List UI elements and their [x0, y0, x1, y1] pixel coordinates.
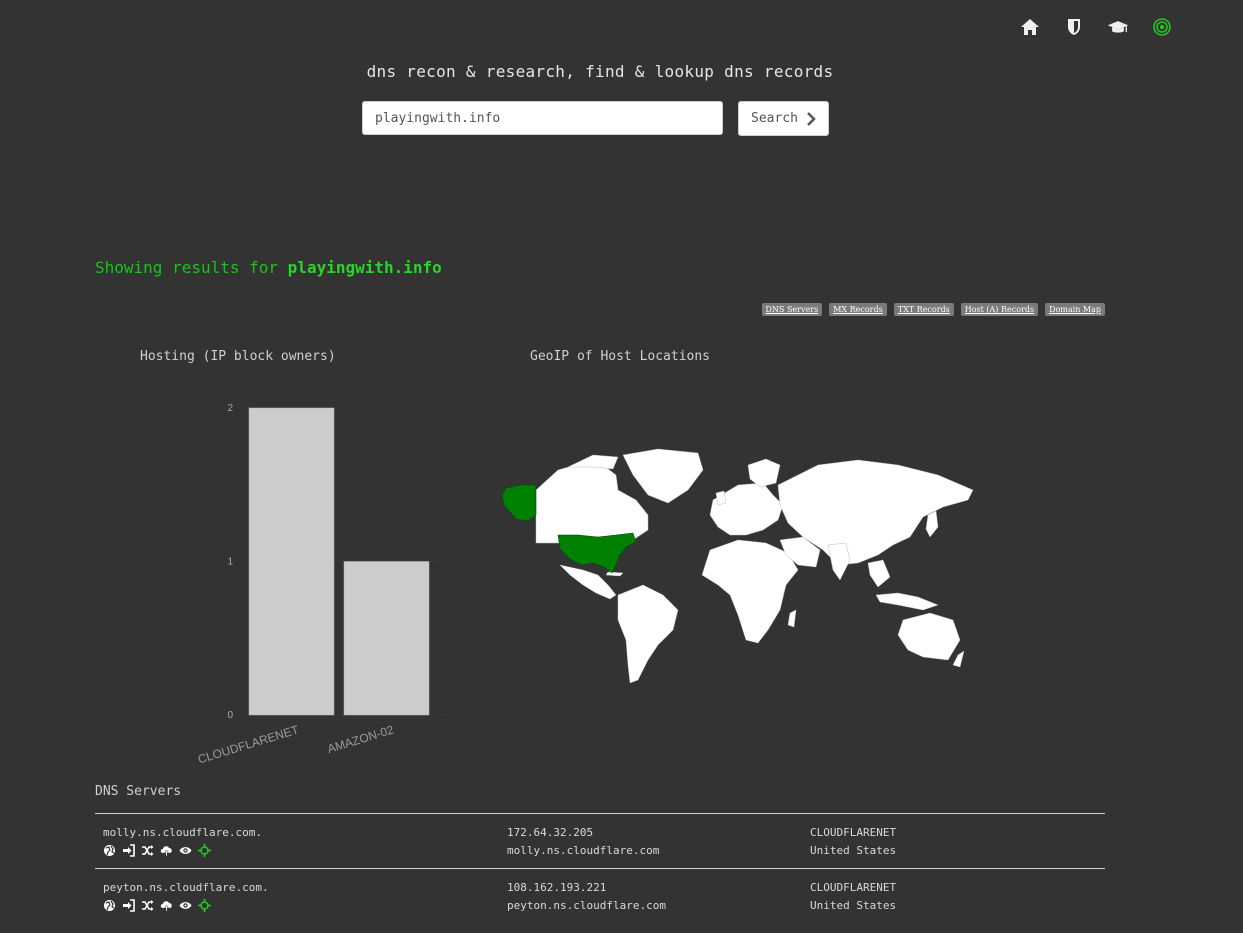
- map-japan: [925, 510, 939, 538]
- tab-txt-records[interactable]: TXT Records: [893, 303, 954, 316]
- shield-icon[interactable]: [1063, 16, 1085, 38]
- tab-domain-map[interactable]: Domain Map: [1045, 303, 1105, 316]
- tab-host-records[interactable]: Host (A) Records: [960, 303, 1039, 316]
- dns-name-cell: peyton.ns.cloudflare.com.: [95, 868, 499, 923]
- target-icon[interactable]: [1151, 16, 1173, 38]
- map-greenland: [622, 448, 704, 504]
- search-button-label: Search: [751, 111, 798, 126]
- crosshairs-icon[interactable]: [198, 899, 211, 912]
- hosting-title: Hosting (IP block owners): [140, 349, 336, 364]
- x-tick-label: CLOUDFLARENET: [196, 722, 301, 766]
- dns-reverse: peyton.ns.cloudflare.com: [507, 899, 666, 912]
- dns-asn: CLOUDFLARENET: [810, 881, 897, 894]
- y-tick-label: 2: [227, 403, 233, 414]
- map-mexico-central: [559, 564, 617, 600]
- y-tick-label: 0: [227, 710, 233, 721]
- row-actions: [103, 844, 491, 857]
- hosting-bar-chart: 0 1 2 CLOUDFLARENET AMAZON-02: [196, 403, 445, 766]
- dns-name-cell: molly.ns.cloudflare.com.: [95, 813, 499, 869]
- dns-servers-title: DNS Servers: [95, 784, 182, 799]
- bar-amazon-02: [343, 561, 430, 716]
- home-icon[interactable]: [1019, 16, 1041, 38]
- tab-dns-servers[interactable]: DNS Servers: [761, 303, 823, 316]
- map-southeast-asia: [867, 559, 891, 588]
- dns-reverse: molly.ns.cloudflare.com: [507, 844, 660, 857]
- geoip-world-map: [501, 448, 974, 684]
- dns-ip-cell: 108.162.193.221 peyton.ns.cloudflare.com: [499, 868, 802, 923]
- search-button[interactable]: Search: [738, 101, 829, 136]
- row-actions: [103, 899, 491, 912]
- results-prefix: Showing results for: [95, 258, 279, 277]
- map-europe: [709, 482, 784, 536]
- sign-in-icon[interactable]: [122, 899, 135, 912]
- dns-ip: 108.162.193.221: [507, 881, 607, 894]
- sign-in-icon[interactable]: [122, 844, 135, 857]
- y-tick-label: 1: [227, 557, 233, 568]
- globe-icon[interactable]: [103, 899, 116, 912]
- eye-icon[interactable]: [179, 844, 192, 857]
- map-uk: [715, 490, 727, 506]
- tab-mx-records[interactable]: MX Records: [829, 303, 887, 316]
- map-australia: [897, 612, 961, 661]
- dns-asn-cell: CLOUDFLARENET United States: [802, 813, 1105, 869]
- map-indonesia: [875, 592, 939, 611]
- cloud-upload-icon[interactable]: [160, 899, 173, 912]
- eye-icon[interactable]: [179, 899, 192, 912]
- dns-country: United States: [810, 899, 897, 912]
- results-domain: playingwith.info: [287, 258, 442, 277]
- table-row: peyton.ns.cloudflare.com. 108.162.193.221…: [95, 868, 1105, 923]
- map-alaska: [501, 484, 537, 522]
- map-india: [827, 542, 851, 581]
- search-input[interactable]: [362, 101, 723, 135]
- top-nav: [1019, 16, 1173, 38]
- dns-asn-cell: CLOUDFLARENET United States: [802, 868, 1105, 923]
- dns-server-name[interactable]: molly.ns.cloudflare.com.: [103, 824, 491, 842]
- search-bar: Search: [362, 101, 829, 136]
- x-tick-label: AMAZON-02: [326, 722, 396, 756]
- map-africa: [701, 539, 799, 644]
- map-arctic-islands: [567, 454, 619, 470]
- section-tabs: DNS Servers MX Records TXT Records Host …: [761, 303, 1105, 316]
- dns-ip: 172.64.32.205: [507, 826, 594, 839]
- random-icon[interactable]: [141, 844, 154, 857]
- dns-ip-cell: 172.64.32.205 molly.ns.cloudflare.com: [499, 813, 802, 869]
- tagline: dns recon & research, find & lookup dns …: [366, 62, 834, 81]
- dns-country: United States: [810, 844, 897, 857]
- graduation-cap-icon[interactable]: [1107, 16, 1129, 38]
- crosshairs-icon[interactable]: [198, 844, 211, 857]
- table-row: molly.ns.cloudflare.com. 172.64.32.205 mol…: [95, 813, 1105, 869]
- dns-servers-table: molly.ns.cloudflare.com. 172.64.32.205 mol…: [95, 813, 1105, 923]
- dns-server-name[interactable]: peyton.ns.cloudflare.com.: [103, 879, 491, 897]
- globe-icon[interactable]: [103, 844, 116, 857]
- map-new-zealand: [952, 650, 965, 668]
- dns-asn: CLOUDFLARENET: [810, 826, 897, 839]
- geoip-title: GeoIP of Host Locations: [530, 349, 711, 364]
- map-south-america: [617, 584, 679, 684]
- map-cuba: [605, 571, 624, 577]
- results-heading: Showing results for playingwith.info: [95, 258, 442, 277]
- map-madagascar: [787, 609, 797, 628]
- bar-cloudflarenet: [248, 407, 335, 716]
- map-canada: [535, 462, 649, 546]
- random-icon[interactable]: [141, 899, 154, 912]
- chevron-right-icon: [807, 111, 816, 126]
- map-scandinavia: [747, 458, 781, 488]
- cloud-upload-icon[interactable]: [160, 844, 173, 857]
